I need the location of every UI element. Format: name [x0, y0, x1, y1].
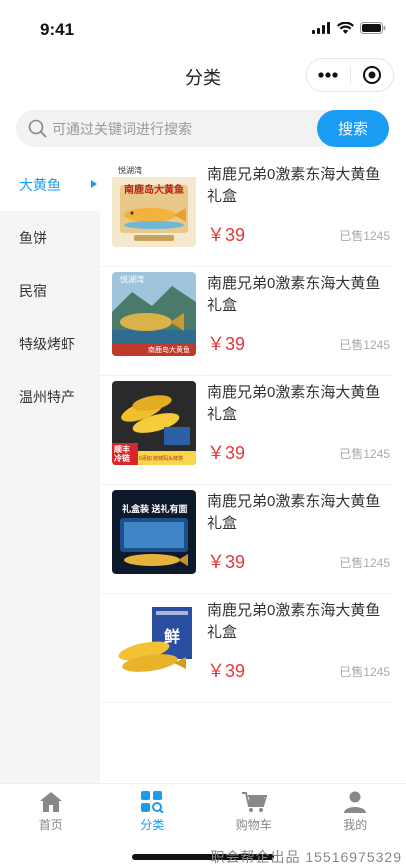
product-card[interactable]: 悦湖湾 南鹿岛大黄鱼 南鹿兄弟0激素东海大黄鱼礼盒 ￥39 已售1245 [100, 158, 392, 267]
product-sold-count: 已售1245 [339, 447, 390, 461]
more-button[interactable] [307, 59, 350, 91]
battery-icon [360, 22, 386, 34]
status-bar: 9:41 [0, 0, 406, 56]
status-icons [312, 22, 386, 34]
category-sidebar: 大黄鱼 鱼饼 民宿 特级烤虾 温州特产 [0, 158, 100, 783]
image-title-text: 南鹿岛大黄鱼 [124, 185, 184, 196]
image-brand-text: 悦湖湾 [120, 275, 144, 284]
image-title-text: 鲜 [164, 629, 181, 646]
tab-label: 首页 [38, 818, 63, 832]
status-time: 9:41 [40, 20, 75, 39]
user-icon [344, 791, 367, 813]
bottom-tab-bar: 首页 分类 购物车 我的 [0, 783, 406, 843]
product-sold-count: 已售1245 [339, 338, 390, 352]
product-price: ￥39 [207, 334, 246, 354]
sidebar-item-homestay[interactable]: 民宿 [0, 264, 100, 317]
image-brand-text: 0添加 鲜鲜码头鲜供 [139, 456, 184, 462]
tab-cart[interactable]: 购物车 [203, 784, 305, 843]
search-icon [28, 119, 47, 143]
tab-home[interactable]: 首页 [0, 784, 102, 843]
target-close-icon [362, 66, 381, 84]
sidebar-item-label: 大黄鱼 [19, 176, 61, 193]
tab-label: 我的 [343, 818, 368, 832]
product-card[interactable]: 礼盒装 送礼有面 南鹿兄弟0激素东海大黄鱼礼盒 ￥39 已售1245 [100, 485, 392, 594]
product-price: ￥39 [207, 552, 246, 572]
product-card[interactable]: 悦湖湾 南鹿岛大黄鱼 南鹿兄弟0激素东海大黄鱼礼盒 ￥39 已售1245 [100, 267, 392, 376]
tab-profile[interactable]: 我的 [305, 784, 406, 843]
product-image: 顺丰冷链 0添加 鲜鲜码头鲜供 [112, 381, 196, 465]
tab-category[interactable]: 分类 [102, 784, 204, 843]
product-name: 南鹿兄弟0激素东海大黄鱼礼盒 [207, 602, 381, 641]
product-sold-count: 已售1245 [339, 229, 390, 243]
sidebar-item-label: 特级烤虾 [19, 335, 75, 352]
image-title-text: 礼盒装 送礼有面 [122, 504, 188, 514]
product-name: 南鹿兄弟0激素东海大黄鱼礼盒 [207, 275, 381, 314]
wifi-icon [337, 22, 354, 34]
nav-bar: 分类 [0, 56, 406, 96]
cart-icon [241, 792, 267, 812]
tab-label: 分类 [140, 818, 165, 832]
sidebar-item-fish-cake[interactable]: 鱼饼 [0, 211, 100, 264]
image-title-text: 南鹿岛大黄鱼 [148, 347, 190, 354]
search-button[interactable]: 搜索 [317, 110, 389, 147]
product-price: ￥39 [207, 225, 246, 245]
product-image: 悦湖湾 南鹿岛大黄鱼 [112, 163, 196, 247]
more-dots-icon [318, 72, 338, 78]
mini-program-capsule [306, 58, 394, 92]
search-input[interactable] [52, 110, 302, 147]
sidebar-item-large-yellow-croaker[interactable]: 大黄鱼 [0, 158, 100, 211]
search-bar: 搜索 [16, 110, 389, 147]
sidebar-item-label: 鱼饼 [19, 229, 47, 246]
product-name: 南鹿兄弟0激素东海大黄鱼礼盒 [207, 166, 381, 205]
close-miniprogram-button[interactable] [350, 59, 393, 91]
watermark-text: 职会帮企出品 15516975329 [210, 849, 402, 865]
image-brand-text: 悦湖湾 [118, 166, 142, 175]
product-list: 悦湖湾 南鹿岛大黄鱼 南鹿兄弟0激素东海大黄鱼礼盒 ￥39 已售1245 悦湖湾… [100, 158, 406, 703]
product-sold-count: 已售1245 [339, 665, 390, 679]
product-card[interactable]: 鲜 南鹿兄弟0激素东海大黄鱼礼盒 ￥39 已售1245 [100, 594, 392, 703]
sidebar-item-wenzhou-specialty[interactable]: 温州特产 [0, 370, 100, 423]
product-image: 悦湖湾 南鹿岛大黄鱼 [112, 272, 196, 356]
product-price: ￥39 [207, 661, 246, 681]
tab-label: 购物车 [235, 818, 272, 832]
home-icon [39, 792, 62, 812]
active-arrow-icon [91, 180, 97, 188]
product-name: 南鹿兄弟0激素东海大黄鱼礼盒 [207, 384, 381, 423]
category-icon [141, 791, 164, 813]
sidebar-item-grilled-shrimp[interactable]: 特级烤虾 [0, 317, 100, 370]
sidebar-item-label: 温州特产 [19, 388, 75, 405]
product-sold-count: 已售1245 [339, 556, 390, 570]
product-image: 礼盒装 送礼有面 [112, 490, 196, 574]
product-image: 鲜 [112, 599, 196, 683]
sidebar-item-label: 民宿 [19, 282, 47, 299]
product-price: ￥39 [207, 443, 246, 463]
product-name: 南鹿兄弟0激素东海大黄鱼礼盒 [207, 493, 381, 532]
image-title-text: 顺丰冷链 [114, 445, 130, 463]
signal-icon [312, 22, 330, 34]
product-card[interactable]: 顺丰冷链 0添加 鲜鲜码头鲜供 南鹿兄弟0激素东海大黄鱼礼盒 ￥39 已售124… [100, 376, 392, 485]
